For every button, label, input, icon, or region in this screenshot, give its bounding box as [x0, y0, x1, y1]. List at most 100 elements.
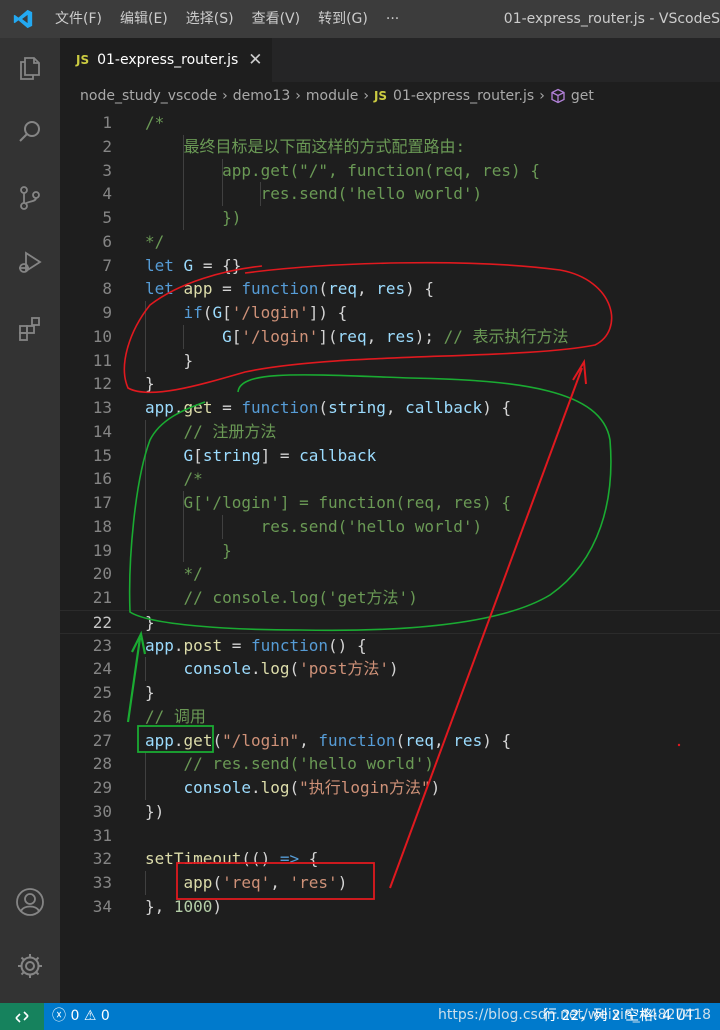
code-line[interactable]: 5 })	[60, 206, 720, 230]
code-text: }	[183, 540, 232, 560]
line-number: 19	[92, 540, 112, 560]
code-line[interactable]: 4 res.send('hello world')	[60, 182, 720, 206]
code-line[interactable]: 20 */	[60, 562, 720, 586]
code-line[interactable]: 31	[60, 824, 720, 848]
line-number: 10	[92, 326, 112, 346]
line-number: 17	[92, 493, 112, 512]
source-control-icon[interactable]	[12, 180, 48, 216]
code-line[interactable]: 19 }	[60, 539, 720, 563]
code-text: }	[145, 350, 194, 370]
cursor-position[interactable]: 行 22，列 2 空格: 4 UT	[543, 1003, 694, 1030]
line-number: 18	[92, 516, 112, 536]
menu-file[interactable]: 文件(F)	[46, 0, 111, 38]
menu-more[interactable]: ···	[377, 0, 408, 38]
problems-indicator[interactable]: ⓧ 0 ⚠ 0	[52, 1003, 110, 1030]
code-text: if(G['/login']) {	[183, 303, 348, 322]
code-line[interactable]: 1 /*	[60, 111, 720, 135]
code-line[interactable]: 29 console.log("执行login方法")	[60, 776, 720, 800]
breadcrumb-item[interactable]: node_study_vscode	[80, 88, 217, 104]
code-line[interactable]: 11 }	[60, 349, 720, 373]
code-text: res.send('hello world')	[183, 516, 483, 536]
code-text: }	[145, 683, 155, 702]
line-number: 6	[102, 231, 112, 251]
code-line[interactable]: 10 G['/login'](req, res); // 表示执行方法	[60, 325, 720, 349]
code-line[interactable]: 22}	[60, 609, 720, 634]
settings-gear-icon[interactable]	[12, 948, 48, 984]
line-number: 20	[92, 564, 112, 584]
code-line[interactable]: 9 if(G['/login']) {	[60, 301, 720, 325]
line-number: 28	[92, 754, 112, 774]
code-line[interactable]: 21 // console.log('get方法')	[60, 586, 720, 610]
close-icon[interactable]: ✕	[248, 50, 262, 70]
line-number: 26	[92, 706, 112, 726]
line-number: 21	[92, 588, 112, 607]
menu-selection[interactable]: 选择(S)	[177, 0, 243, 38]
code-line[interactable]: 7 let G = {}	[60, 254, 720, 278]
code-line[interactable]: 6 */	[60, 230, 720, 254]
code-line[interactable]: 26 // 调用	[60, 705, 720, 729]
line-number: 5	[102, 208, 112, 227]
code-text: // 调用	[145, 706, 206, 726]
code-line[interactable]: 14 // 注册方法	[60, 420, 720, 444]
remote-icon[interactable]	[0, 1003, 44, 1030]
code-text: setTimeout(() => {	[145, 849, 319, 869]
code-text: res.send('hello world')	[145, 184, 483, 204]
code-text: let app = function(req, res) {	[145, 279, 435, 299]
js-file-icon: JS	[373, 89, 388, 103]
code-line[interactable]: 28 // res.send('hello world')	[60, 752, 720, 776]
code-text: app.get = function(string, callback) {	[145, 398, 512, 417]
extensions-icon[interactable]	[12, 310, 48, 346]
code-text: G['/login'] = function(req, res) {	[183, 493, 512, 512]
code-text: G[string] = callback	[183, 445, 377, 465]
explorer-icon[interactable]	[12, 50, 48, 86]
line-number: 30	[92, 801, 112, 821]
warning-count: 0	[100, 1008, 110, 1024]
account-icon[interactable]	[12, 884, 48, 920]
code-text: G['/login'](req, res); // 表示执行方法	[222, 326, 569, 346]
tab-01-express-router[interactable]: JS 01-express_router.js ✕	[60, 38, 272, 82]
line-number: 16	[92, 469, 112, 489]
breadcrumb-item[interactable]: module	[306, 88, 358, 104]
code-line[interactable]: 2 最终目标是以下面这样的方式配置路由:	[60, 135, 720, 159]
status-bar: ⓧ 0 ⚠ 0 https://blog.csdn.net/weixin_448…	[0, 1003, 720, 1030]
code-text: /*	[183, 469, 203, 489]
menu-edit[interactable]: 编辑(E)	[111, 0, 177, 38]
chevron-right-icon: ›	[222, 88, 228, 104]
code-line[interactable]: 8 let app = function(req, res) {	[60, 277, 720, 301]
code-line[interactable]: 16 /*	[60, 467, 720, 491]
search-icon[interactable]	[12, 114, 48, 150]
run-debug-icon[interactable]	[12, 244, 48, 280]
breadcrumb-item[interactable]: 01-express_router.js	[393, 88, 534, 104]
code-text: /*	[145, 113, 165, 132]
chevron-right-icon: ›	[295, 88, 301, 104]
code-line[interactable]: 12}	[60, 372, 720, 396]
code-line[interactable]: 27 app.get("/login", function(req, res) {	[60, 729, 720, 753]
code-line[interactable]: 17 G['/login'] = function(req, res) {	[60, 491, 720, 515]
line-number: 11	[92, 350, 112, 370]
code-line[interactable]: 34}, 1000)	[60, 895, 720, 919]
code-line[interactable]: 25}	[60, 681, 720, 705]
code-line[interactable]: 23 app.post = function() {	[60, 634, 720, 658]
code-text: app.post = function() {	[145, 635, 367, 655]
breadcrumb-item[interactable]: get	[571, 88, 594, 104]
line-number: 31	[92, 825, 112, 845]
breadcrumb: node_study_vscode › demo13 › module › JS…	[60, 82, 720, 110]
code-line[interactable]: 13 app.get = function(string, callback) {	[60, 396, 720, 420]
code-text: }	[145, 374, 155, 394]
code-line[interactable]: 18 res.send('hello world')	[60, 515, 720, 539]
code-line[interactable]: 24 console.log('post方法')	[60, 657, 720, 681]
code-line[interactable]: 3 app.get("/", function(req, res) {	[60, 159, 720, 183]
code-line[interactable]: 32 setTimeout(() => {	[60, 847, 720, 871]
menu-go[interactable]: 转到(G)	[309, 0, 377, 38]
code-text: }	[145, 612, 155, 632]
js-file-icon: JS	[76, 53, 90, 67]
code-line[interactable]: 30})	[60, 800, 720, 824]
line-number: 24	[92, 659, 112, 679]
code-line[interactable]: 33 app('req', 'res')	[60, 871, 720, 895]
editor-tabs: JS 01-express_router.js ✕	[60, 38, 720, 82]
error-icon: ⓧ	[52, 1008, 66, 1024]
breadcrumb-item[interactable]: demo13	[233, 88, 291, 104]
code-editor[interactable]: 1/* 2 最终目标是以下面这样的方式配置路由: 3 app.get("/", fu…	[60, 110, 720, 1003]
code-line[interactable]: 15 G[string] = callback	[60, 444, 720, 468]
menu-view[interactable]: 查看(V)	[243, 0, 310, 38]
